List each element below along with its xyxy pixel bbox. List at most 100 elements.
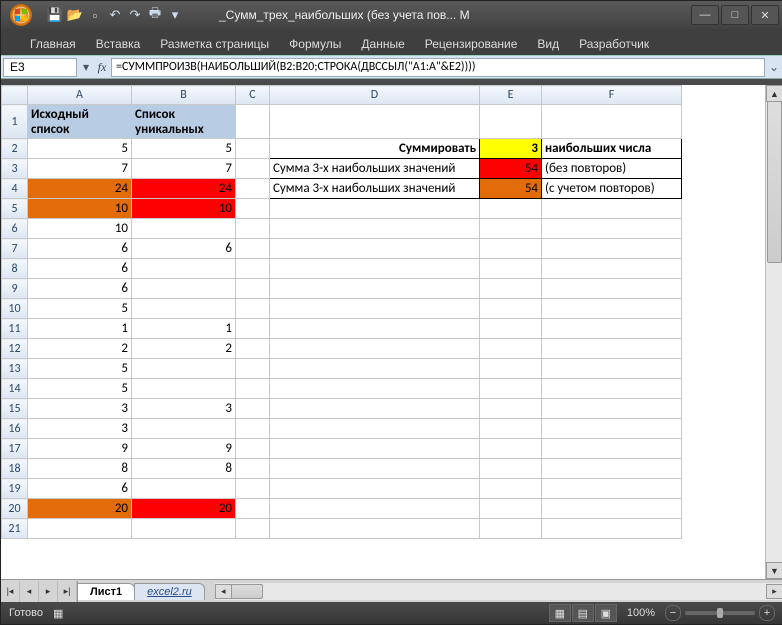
office-button[interactable] [5, 1, 37, 29]
cell-c8[interactable] [236, 259, 270, 279]
row-header-1[interactable]: 1 [2, 105, 28, 139]
cell-d6[interactable] [270, 219, 480, 239]
cell-d12[interactable] [270, 339, 480, 359]
zoom-track[interactable] [685, 611, 755, 615]
cell-a11[interactable]: 1 [28, 319, 132, 339]
cell-e3[interactable]: 54 [480, 159, 542, 179]
cell-e9[interactable] [480, 279, 542, 299]
cell-d15[interactable] [270, 399, 480, 419]
cell-f3[interactable]: (без повторов) [542, 159, 682, 179]
cell-a17[interactable]: 9 [28, 439, 132, 459]
scroll-down-icon[interactable]: ▼ [766, 562, 782, 579]
cell-c13[interactable] [236, 359, 270, 379]
cell-d10[interactable] [270, 299, 480, 319]
col-header-C[interactable]: C [236, 86, 270, 105]
cell-c3[interactable] [236, 159, 270, 179]
cell-c18[interactable] [236, 459, 270, 479]
sheet-tab-link[interactable]: excel2.ru [134, 583, 205, 600]
maximize-button[interactable]: □ [721, 5, 749, 25]
col-header-D[interactable]: D [270, 86, 480, 105]
row-header-2[interactable]: 2 [2, 139, 28, 159]
ribbon-tab-данные[interactable]: Данные [352, 33, 413, 55]
cell-e4[interactable]: 54 [480, 179, 542, 199]
minimize-button[interactable]: — [691, 5, 719, 25]
cell-f18[interactable] [542, 459, 682, 479]
ribbon-tab-разметка страницы[interactable]: Разметка страницы [151, 33, 278, 55]
scroll-thumb[interactable] [767, 101, 782, 263]
row-header-9[interactable]: 9 [2, 279, 28, 299]
cell-e10[interactable] [480, 299, 542, 319]
cell-f12[interactable] [542, 339, 682, 359]
row-header-6[interactable]: 6 [2, 219, 28, 239]
tab-prev-icon[interactable]: ◂ [20, 581, 39, 602]
select-all-corner[interactable] [2, 86, 28, 105]
cell-f4[interactable]: (с учетом повторов) [542, 179, 682, 199]
row-header-13[interactable]: 13 [2, 359, 28, 379]
cell-blank-21-3[interactable] [270, 519, 480, 539]
cell-f17[interactable] [542, 439, 682, 459]
cell-blank-21-5[interactable] [542, 519, 682, 539]
cell-c14[interactable] [236, 379, 270, 399]
cell-a5[interactable]: 10 [28, 199, 132, 219]
cell-f14[interactable] [542, 379, 682, 399]
cell-d9[interactable] [270, 279, 480, 299]
cell-f2[interactable]: наибольших числа [542, 139, 682, 159]
cell-c2[interactable] [236, 139, 270, 159]
cell-b16[interactable] [132, 419, 236, 439]
col-header-E[interactable]: E [480, 86, 542, 105]
cell-a6[interactable]: 10 [28, 219, 132, 239]
header-a[interactable]: Исходный список [28, 105, 132, 139]
col-header-B[interactable]: B [132, 86, 236, 105]
formula-expand-icon[interactable]: ⌄ [765, 60, 782, 74]
cell-e12[interactable] [480, 339, 542, 359]
cell-e16[interactable] [480, 419, 542, 439]
row-header-11[interactable]: 11 [2, 319, 28, 339]
cell-f8[interactable] [542, 259, 682, 279]
cell-b6[interactable] [132, 219, 236, 239]
row-header-15[interactable]: 15 [2, 399, 28, 419]
col-header-F[interactable]: F [542, 86, 682, 105]
cell-e14[interactable] [480, 379, 542, 399]
cell-f7[interactable] [542, 239, 682, 259]
row-header-8[interactable]: 8 [2, 259, 28, 279]
row-header-4[interactable]: 4 [2, 179, 28, 199]
cell-e6[interactable] [480, 219, 542, 239]
vertical-scrollbar[interactable]: ▲ ▼ [765, 85, 782, 579]
formula-input[interactable]: =СУММПРОИЗВ(НАИБОЛЬШИЙ(B2:B20;СТРОКА(ДВС… [111, 58, 765, 77]
cell-d4[interactable]: Сумма 3-х наибольших значений [270, 179, 480, 199]
undo-icon[interactable]: ↶ [107, 7, 123, 23]
cell-blank-21-0[interactable] [28, 519, 132, 539]
cell-e8[interactable] [480, 259, 542, 279]
cell-f10[interactable] [542, 299, 682, 319]
ribbon-tab-разработчик[interactable]: Разработчик [570, 33, 658, 55]
cell-d8[interactable] [270, 259, 480, 279]
cell-b12[interactable]: 2 [132, 339, 236, 359]
cell-e17[interactable] [480, 439, 542, 459]
cell-d1[interactable] [270, 105, 480, 139]
cell-e18[interactable] [480, 459, 542, 479]
cell-blank-21-2[interactable] [236, 519, 270, 539]
view-layout-icon[interactable]: ▤ [572, 604, 594, 622]
cell-e15[interactable] [480, 399, 542, 419]
row-header-20[interactable]: 20 [2, 499, 28, 519]
cell-b5[interactable]: 10 [132, 199, 236, 219]
zoom-in-button[interactable]: + [759, 605, 775, 621]
cell-e13[interactable] [480, 359, 542, 379]
header-b[interactable]: Список уникальных [132, 105, 236, 139]
cell-b15[interactable]: 3 [132, 399, 236, 419]
cell-b4[interactable]: 24 [132, 179, 236, 199]
cell-a20[interactable]: 20 [28, 499, 132, 519]
cell-f20[interactable] [542, 499, 682, 519]
cell-e20[interactable] [480, 499, 542, 519]
tab-last-icon[interactable]: ▸| [58, 581, 77, 602]
cell-d5[interactable] [270, 199, 480, 219]
cell-b3[interactable]: 7 [132, 159, 236, 179]
horizontal-scrollbar[interactable]: ◂ ▸ [215, 583, 782, 600]
cell-a14[interactable]: 5 [28, 379, 132, 399]
grid[interactable]: ABCDEF1Исходный списокСписок уникальных2… [1, 85, 765, 579]
close-button[interactable]: ✕ [751, 5, 779, 25]
cell-a19[interactable]: 6 [28, 479, 132, 499]
cell-c17[interactable] [236, 439, 270, 459]
print-icon[interactable]: 🖶 [147, 7, 163, 23]
row-header-16[interactable]: 16 [2, 419, 28, 439]
